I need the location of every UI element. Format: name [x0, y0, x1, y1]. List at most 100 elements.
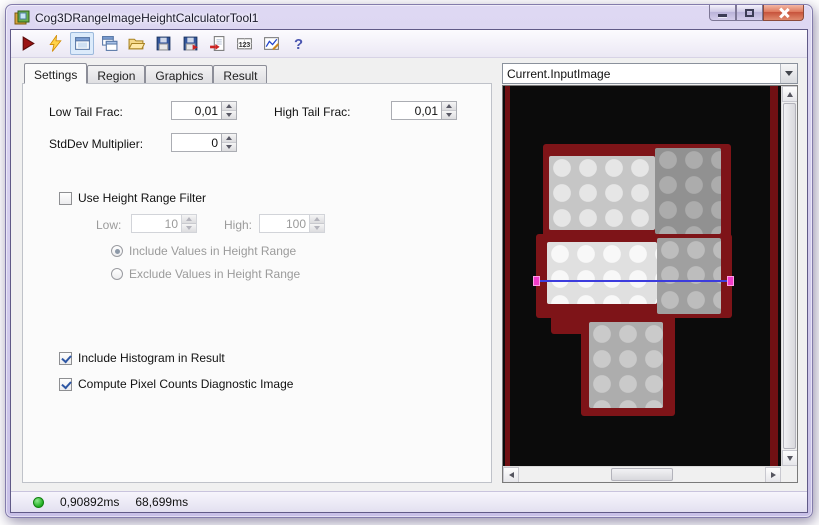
up-arrow-icon	[226, 136, 232, 140]
height-range-high-up-button[interactable]	[310, 215, 324, 223]
stddev-multiplier-value[interactable]: 0	[172, 134, 221, 151]
include-values-label: Include Values in Height Range	[129, 244, 297, 258]
tab-result[interactable]: Result	[213, 65, 268, 83]
gray-plate-top-left	[549, 156, 655, 230]
include-values-radio[interactable]: Include Values in Height Range	[111, 244, 296, 258]
electric-run-button[interactable]	[43, 32, 67, 55]
image-panel: Current.InputImage	[502, 63, 798, 483]
scroll-right-button[interactable]	[765, 467, 781, 482]
vertical-scroll-thumb[interactable]	[783, 103, 796, 449]
include-histogram-label: Include Histogram in Result	[78, 351, 225, 365]
compute-pixel-counts-checkbox[interactable]: Compute Pixel Counts Diagnostic Image	[59, 377, 293, 391]
low-tail-frac-value[interactable]: 0,01	[172, 102, 221, 119]
scrollbar-corner	[781, 466, 797, 482]
floppy-disk-arrow-icon	[183, 36, 198, 51]
save-tool-button[interactable]	[151, 32, 175, 55]
horizontal-scroll-thumb[interactable]	[611, 468, 673, 481]
include-histogram-checkbox[interactable]: Include Histogram in Result	[59, 351, 225, 365]
high-tail-frac-input[interactable]: 0,01	[391, 101, 457, 120]
gray-plate-middle-right	[657, 238, 721, 314]
pixel-values-button[interactable]: 123	[232, 32, 256, 55]
stddev-multiplier-input[interactable]: 0	[171, 133, 237, 152]
exclude-values-radio[interactable]: Exclude Values in Height Range	[111, 267, 300, 281]
app-icon	[14, 10, 30, 26]
up-arrow-icon	[787, 91, 793, 97]
scroll-left-button[interactable]	[503, 467, 519, 482]
height-range-high-down-button[interactable]	[310, 223, 324, 232]
window-controls	[709, 5, 804, 21]
checkbox-box[interactable]	[59, 191, 72, 205]
show-image-display-button[interactable]	[70, 32, 94, 55]
client-area: 123 ? Settings Region Graphics Result Lo…	[10, 29, 808, 513]
down-arrow-icon	[314, 226, 320, 230]
low-tail-frac-input[interactable]: 0,01	[171, 101, 237, 120]
high-tail-frac-label: High Tail Frac:	[274, 105, 351, 119]
minimize-button[interactable]	[709, 5, 736, 21]
high-tail-frac-spinner	[441, 102, 456, 119]
height-range-low-down-button[interactable]	[182, 223, 196, 232]
vertical-scrollbar[interactable]	[781, 86, 797, 466]
down-arrow-icon	[226, 145, 232, 149]
height-range-high-input[interactable]: 100	[259, 214, 325, 233]
checkbox-box[interactable]	[59, 351, 72, 365]
caliper-handle-left[interactable]	[533, 276, 540, 286]
down-arrow-icon	[446, 113, 452, 117]
combobox-dropdown-button[interactable]	[780, 64, 797, 83]
gray-plate-top-right	[655, 148, 721, 234]
scroll-up-button[interactable]	[782, 86, 797, 102]
svg-text:123: 123	[238, 42, 250, 49]
use-height-range-filter-checkbox[interactable]: Use Height Range Filter	[59, 191, 206, 205]
floppy-disk-icon	[156, 36, 170, 51]
radio-circle[interactable]	[111, 245, 123, 257]
save-results-button[interactable]	[178, 32, 202, 55]
open-folder-icon	[127, 38, 145, 50]
stddev-multiplier-down-button[interactable]	[222, 142, 236, 151]
high-tail-frac-value[interactable]: 0,01	[392, 102, 441, 119]
range-image[interactable]	[503, 86, 781, 466]
close-button[interactable]	[763, 5, 804, 21]
left-arrow-icon	[508, 472, 514, 478]
copy-image-display-button[interactable]	[97, 32, 121, 55]
compute-pixel-counts-label: Compute Pixel Counts Diagnostic Image	[78, 377, 294, 391]
high-tail-frac-up-button[interactable]	[442, 102, 456, 110]
tab-region[interactable]: Region	[87, 65, 146, 83]
scroll-down-button[interactable]	[782, 450, 797, 466]
help-button[interactable]: ?	[286, 32, 310, 55]
horizontal-scrollbar[interactable]	[503, 466, 781, 482]
import-tool-button[interactable]	[205, 32, 229, 55]
radio-circle[interactable]	[111, 268, 123, 280]
stddev-multiplier-up-button[interactable]	[222, 134, 236, 142]
run-tool-button[interactable]	[16, 32, 40, 55]
maximize-button[interactable]	[736, 5, 763, 21]
image-display[interactable]	[502, 85, 798, 483]
tab-graphics[interactable]: Graphics	[145, 65, 214, 83]
low-tail-frac-down-button[interactable]	[222, 110, 236, 119]
height-range-low-spinner	[181, 215, 196, 232]
up-arrow-icon	[186, 217, 192, 221]
low-tail-frac-up-button[interactable]	[222, 102, 236, 110]
tab-settings[interactable]: Settings	[24, 63, 88, 84]
height-range-high-value[interactable]: 100	[260, 215, 309, 232]
height-range-low-value[interactable]: 10	[132, 215, 181, 232]
gray-plate-middle-left	[547, 242, 657, 304]
help-icon: ?	[293, 37, 302, 52]
line-profile-button[interactable]	[259, 32, 283, 55]
titlebar[interactable]: Cog3DRangeImageHeightCalculatorTool1	[10, 5, 808, 29]
checkbox-box[interactable]	[59, 377, 72, 391]
up-arrow-icon	[314, 217, 320, 221]
run-icon	[22, 36, 35, 51]
image-selector-combobox[interactable]: Current.InputImage	[502, 63, 798, 84]
height-range-high-spinner	[309, 215, 324, 232]
height-range-low-input[interactable]: 10	[131, 214, 197, 233]
caliper-handle-right[interactable]	[727, 276, 734, 286]
open-tool-button[interactable]	[124, 32, 148, 55]
down-arrow-icon	[787, 455, 793, 461]
stddev-multiplier-spinner	[221, 134, 236, 151]
down-arrow-icon	[186, 226, 192, 230]
high-tail-frac-down-button[interactable]	[442, 110, 456, 119]
height-range-low-up-button[interactable]	[182, 215, 196, 223]
caliper-line[interactable]	[539, 280, 729, 282]
import-icon	[209, 36, 224, 51]
image-right-strip	[770, 86, 778, 466]
main-area: Settings Region Graphics Result Low Tail…	[11, 58, 807, 491]
